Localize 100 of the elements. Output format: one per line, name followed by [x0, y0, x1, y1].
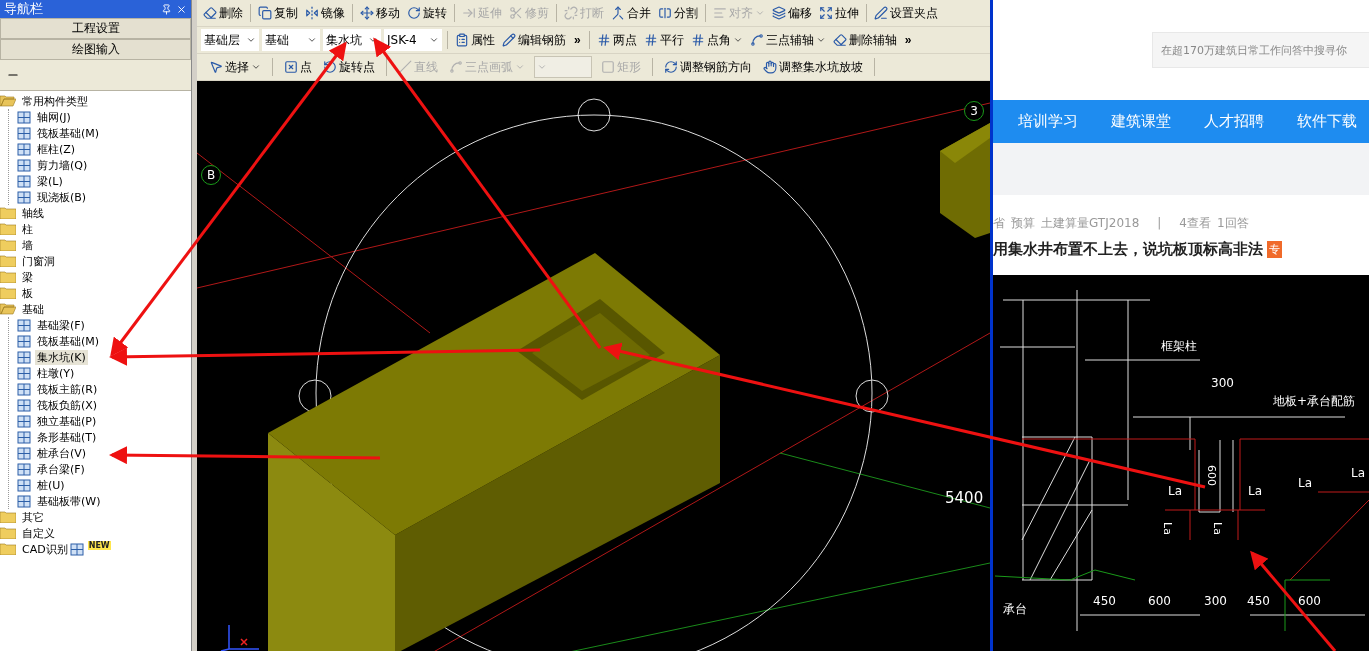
- tree-item[interactable]: 桩(U): [35, 477, 67, 493]
- toolbar-button[interactable]: 旋转: [405, 2, 449, 24]
- tree-folder[interactable]: 基础: [0, 301, 191, 317]
- cad-label: La: [1248, 485, 1263, 497]
- tree-item[interactable]: 筏板负筋(X): [35, 397, 100, 413]
- align-left-icon: [713, 6, 727, 20]
- tree-item[interactable]: 梁(L): [35, 173, 65, 189]
- search-field[interactable]: 在超170万建筑日常工作问答中搜寻你: [1152, 32, 1369, 68]
- arrow-to-line-icon: [462, 6, 476, 20]
- folder-label: 常用构件类型: [21, 93, 89, 109]
- question-title[interactable]: 用集水井布置不上去，说坑板顶标高非法: [993, 239, 1263, 259]
- combo-box[interactable]: JSK-4: [384, 29, 442, 51]
- tree-item[interactable]: 基础板带(W): [35, 493, 103, 509]
- toolbar-button[interactable]: 复制: [256, 2, 300, 24]
- tree-folder[interactable]: 门窗洞: [0, 253, 191, 269]
- tree-item[interactable]: 集水坑(K): [35, 349, 88, 365]
- cad-label: La: [1161, 522, 1173, 535]
- more-button[interactable]: »: [571, 33, 584, 47]
- tree-item[interactable]: 独立基础(P): [35, 413, 99, 429]
- merge-icon: [611, 6, 625, 20]
- move-icon: [360, 6, 374, 20]
- pin-icon[interactable]: [161, 3, 172, 15]
- tree-item[interactable]: 轴网(J): [35, 109, 73, 125]
- cad-label: 框架柱: [1161, 340, 1197, 352]
- tree-folder[interactable]: 梁: [0, 269, 191, 285]
- toolbar-button[interactable]: 设置夹点: [872, 2, 940, 24]
- caret-icon: [755, 8, 765, 18]
- toolbar-button[interactable]: 删除: [201, 2, 245, 24]
- toolbar-button[interactable]: 选择: [207, 56, 263, 78]
- tree-item[interactable]: 框柱(Z): [35, 141, 78, 157]
- toolbar-button[interactable]: 点角: [688, 29, 745, 51]
- toolbar-button[interactable]: 偏移: [770, 2, 814, 24]
- tree-item[interactable]: 现浇板(B): [35, 189, 89, 205]
- tree-folder[interactable]: CAD识别 NEW: [0, 541, 191, 557]
- close-icon[interactable]: [176, 3, 187, 15]
- component-icon: [17, 110, 31, 124]
- tree-item[interactable]: 筏板基础(M): [35, 333, 102, 349]
- spline-icon: [749, 33, 764, 47]
- tree-item[interactable]: 基础梁(F): [35, 317, 87, 333]
- eraser-icon: [832, 33, 847, 47]
- toolbar-button[interactable]: 两点: [594, 29, 639, 51]
- panel-button[interactable]: 绘图输入: [0, 39, 191, 60]
- tree-folder[interactable]: 其它: [0, 509, 191, 525]
- toolbar-button[interactable]: 旋转点: [321, 56, 377, 78]
- folder-icon: [0, 271, 16, 283]
- hand-icon: [763, 60, 777, 74]
- folder-icon: [0, 255, 16, 267]
- component-icon: [17, 318, 31, 332]
- folder-label: CAD识别: [21, 541, 69, 557]
- component-icon: [17, 366, 31, 380]
- tree-folder[interactable]: 自定义: [0, 525, 191, 541]
- folder-icon: [0, 239, 16, 251]
- caret-icon: [251, 62, 261, 72]
- clipboard-icon: [455, 33, 469, 47]
- tree-item[interactable]: 筏板基础(M): [35, 125, 102, 141]
- tree-folder[interactable]: 墙: [0, 237, 191, 253]
- cad-label: 承台: [1003, 603, 1027, 615]
- caret-icon: [732, 35, 743, 45]
- tag-badge: 专: [1267, 240, 1282, 258]
- tree-folder[interactable]: 常用构件类型: [0, 93, 191, 109]
- tree-folder[interactable]: 柱: [0, 221, 191, 237]
- toolbar-button[interactable]: 合并: [609, 2, 653, 24]
- caret-icon: [429, 35, 439, 45]
- more-button[interactable]: »: [901, 33, 915, 47]
- tree-item[interactable]: 承台梁(F): [35, 461, 87, 477]
- toolbar-button[interactable]: 移动: [358, 2, 402, 24]
- toolbar-button[interactable]: 分割: [656, 2, 700, 24]
- hash-icon: [596, 33, 611, 47]
- toolbar-button[interactable]: 拉伸: [817, 2, 861, 24]
- cad-label: 地板+承台配筋: [1273, 395, 1356, 407]
- toolbar-button[interactable]: 编辑钢筋: [500, 29, 568, 51]
- tree-folder[interactable]: 轴线: [0, 205, 191, 221]
- question-meta: |: [1157, 216, 1162, 230]
- toolbar-button[interactable]: 属性: [453, 29, 497, 51]
- toolbar-button[interactable]: 三点辅轴: [747, 29, 828, 51]
- tree-folder[interactable]: 板: [0, 285, 191, 301]
- 3d-viewport[interactable]: B 3 5400: [197, 81, 990, 651]
- hash-icon: [643, 33, 658, 47]
- rotate-icon: [407, 6, 421, 20]
- arc-icon: [449, 60, 463, 74]
- toolbar-button[interactable]: 点: [282, 56, 314, 78]
- folder-icon: [0, 543, 16, 555]
- toolbar-button[interactable]: 镜像: [303, 2, 347, 24]
- component-icon: [17, 414, 31, 428]
- combo-box[interactable]: 基础层: [201, 29, 259, 51]
- panel-button[interactable]: 工程设置: [0, 18, 191, 39]
- toolbar-button[interactable]: 调整钢筋方向: [662, 56, 754, 78]
- component-icon: [17, 158, 31, 172]
- toolbar-button[interactable]: 删除辅轴: [830, 29, 899, 51]
- tree-item[interactable]: 条形基础(T): [35, 429, 99, 445]
- cad-label: 600: [1206, 465, 1217, 486]
- toolbar-button[interactable]: 平行: [641, 29, 686, 51]
- combo-box[interactable]: 基础: [262, 29, 320, 51]
- tree-item[interactable]: 筏板主筋(R): [35, 381, 100, 397]
- tree-item[interactable]: 柱墩(Y): [35, 365, 77, 381]
- tree-item[interactable]: 剪力墙(Q): [35, 157, 90, 173]
- folder-icon: [0, 287, 16, 299]
- tree-item[interactable]: 桩承台(V): [35, 445, 89, 461]
- toolbar-button[interactable]: 调整集水坑放坡: [761, 56, 865, 78]
- component-icon: [17, 190, 31, 204]
